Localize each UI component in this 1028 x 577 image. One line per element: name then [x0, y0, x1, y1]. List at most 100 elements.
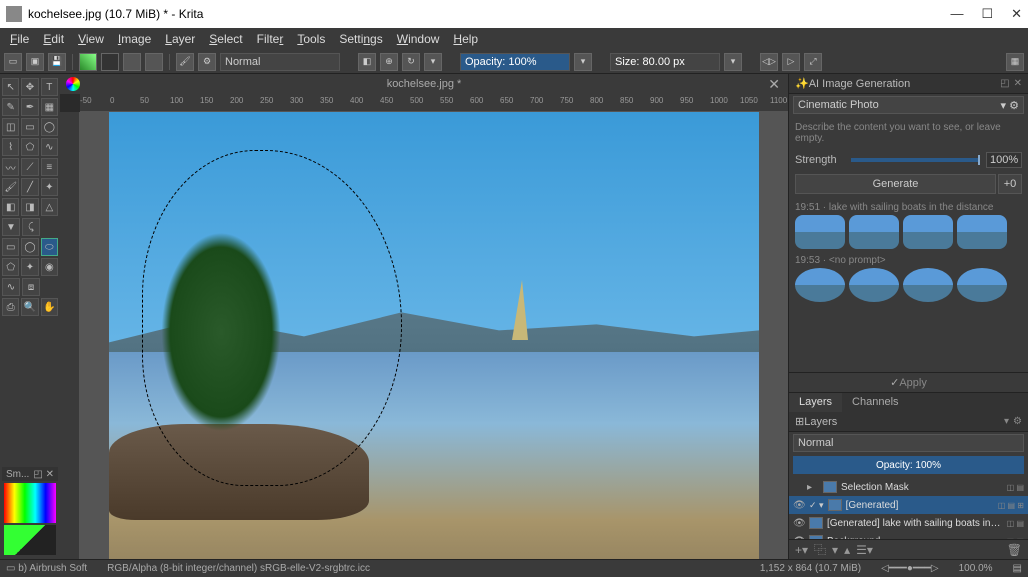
rect-tool[interactable]: ▭: [21, 118, 38, 136]
size-slider[interactable]: Size: 80.00 px: [610, 53, 720, 71]
menu-view[interactable]: View: [72, 30, 110, 48]
mirror-h-button[interactable]: ◁▷: [760, 53, 778, 71]
assistant-tool[interactable]: △: [41, 198, 58, 216]
bg-color-button[interactable]: [145, 53, 163, 71]
ai-thumb[interactable]: [795, 215, 845, 249]
layer-props-button[interactable]: ☰▾: [856, 543, 873, 557]
ai-thumb[interactable]: [957, 215, 1007, 249]
freehand-select-tool[interactable]: ⬭: [41, 238, 58, 256]
poly-select-tool[interactable]: ⬠: [2, 258, 19, 276]
undock-icon[interactable]: ◰: [1000, 78, 1009, 89]
bezier-select-tool[interactable]: ∿: [2, 278, 20, 296]
ai-thumb[interactable]: [903, 268, 953, 302]
close-button[interactable]: ✕: [1011, 6, 1022, 22]
layer-blend-combo[interactable]: Normal: [793, 434, 1024, 452]
brush-tool[interactable]: 🖌: [2, 178, 19, 196]
similar-select-tool[interactable]: ◉: [41, 258, 58, 276]
dropdown-button[interactable]: ▾: [424, 53, 442, 71]
status-menu-icon[interactable]: ▤: [1013, 563, 1022, 574]
menu-filter[interactable]: Filter: [251, 30, 290, 48]
strength-value[interactable]: 100%: [986, 152, 1022, 168]
layer-row[interactable]: 👁 Background ◫ ▤: [789, 532, 1028, 539]
ai-thumb[interactable]: [957, 268, 1007, 302]
opacity-slider[interactable]: Opacity: 100%: [460, 53, 570, 71]
ai-preset-combo[interactable]: Cinematic Photo▾ ⚙: [793, 96, 1024, 114]
edit-shapes-tool[interactable]: ✎: [2, 98, 19, 116]
freehand-tool[interactable]: 〰: [2, 158, 19, 176]
canvas[interactable]: [80, 112, 788, 559]
layer-row[interactable]: 👁 ✓ ▾ [Generated] ◫ ▤ ⊞: [789, 496, 1028, 514]
save-button[interactable]: 💾: [48, 53, 66, 71]
gradient-tool[interactable]: ◨: [21, 198, 38, 216]
gradient-button[interactable]: [79, 53, 97, 71]
workspace-button[interactable]: ▦: [1006, 53, 1024, 71]
mirror-v-button[interactable]: ▷: [782, 53, 800, 71]
move-down-button[interactable]: ▾: [832, 543, 838, 557]
menu-file[interactable]: File: [4, 30, 35, 48]
menu-layer[interactable]: Layer: [159, 30, 201, 48]
ai-prompt-input[interactable]: Describe the content you want to see, or…: [789, 116, 1028, 150]
ai-thumb[interactable]: [795, 268, 845, 302]
dyna-tool[interactable]: ⟋: [21, 158, 38, 176]
polyline-tool[interactable]: ⌇: [2, 138, 19, 156]
new-button[interactable]: ▭: [4, 53, 22, 71]
fill-tool[interactable]: ▼: [2, 218, 20, 236]
blend-mode-combo[interactable]: Normal: [220, 53, 340, 71]
text-tool[interactable]: T: [41, 78, 58, 96]
menu-tools[interactable]: Tools: [291, 30, 331, 48]
alpha-lock-toggle[interactable]: ⊕: [380, 53, 398, 71]
pan-tool[interactable]: ✋: [41, 298, 58, 316]
ai-panel-header[interactable]: ✨ AI Image Generation ◰✕: [789, 74, 1028, 94]
calligraphy-tool[interactable]: ✒: [21, 98, 38, 116]
menu-settings[interactable]: Settings: [333, 30, 388, 48]
layer-row[interactable]: ▸ Selection Mask ◫ ▤: [789, 478, 1028, 496]
maximize-button[interactable]: ☐: [981, 6, 993, 22]
add-layer-button[interactable]: +▾: [795, 543, 808, 557]
eraser-toggle[interactable]: ◧: [358, 53, 376, 71]
size-arrow[interactable]: ▾: [724, 53, 742, 71]
menu-help[interactable]: Help: [447, 30, 484, 48]
menu-edit[interactable]: Edit: [37, 30, 70, 48]
tab-layers[interactable]: Layers: [789, 393, 842, 412]
close-panel-icon[interactable]: ✕: [1014, 78, 1022, 89]
palette-icon[interactable]: [66, 77, 80, 91]
ai-thumb[interactable]: [849, 215, 899, 249]
line-tool[interactable]: ╱: [21, 178, 38, 196]
visibility-icon[interactable]: 👁: [793, 500, 805, 511]
smart-fill-tool[interactable]: ◧: [2, 198, 19, 216]
tab-close-button[interactable]: ✕: [768, 76, 780, 93]
contiguous-select-tool[interactable]: ✦: [21, 258, 38, 276]
ruler-horizontal[interactable]: -500501001502002503003504004505005506006…: [80, 94, 788, 112]
generate-plus-button[interactable]: +0: [998, 174, 1022, 194]
move-up-button[interactable]: ▴: [844, 543, 850, 557]
ruler-vertical[interactable]: [60, 112, 80, 559]
color-spectrum[interactable]: [4, 483, 56, 523]
ai-thumb[interactable]: [849, 268, 899, 302]
document-tab[interactable]: kochelsee.jpg *: [387, 78, 462, 90]
brush-settings-button[interactable]: ⚙: [198, 53, 216, 71]
visibility-icon[interactable]: ▸: [807, 482, 819, 493]
duplicate-layer-button[interactable]: ⿻: [814, 541, 826, 558]
reload-brush-button[interactable]: ↻: [402, 53, 420, 71]
rect-select-tool[interactable]: ▭: [2, 238, 19, 256]
fg-bg-swatch[interactable]: [4, 525, 56, 555]
strength-slider[interactable]: [851, 158, 980, 162]
brush-preset-button[interactable]: 🖌: [176, 53, 194, 71]
minimize-button[interactable]: —: [950, 6, 963, 22]
status-zoom[interactable]: 100.0%: [959, 563, 993, 574]
fg-color-button[interactable]: [123, 53, 141, 71]
menu-select[interactable]: Select: [203, 30, 248, 48]
delete-layer-button[interactable]: 🗑: [1007, 543, 1022, 557]
multi-tool[interactable]: ≡: [41, 158, 58, 176]
visibility-icon[interactable]: 👁: [793, 518, 805, 529]
apply-button[interactable]: Apply: [789, 372, 1028, 392]
move-tool[interactable]: ✥: [21, 78, 38, 96]
layer-row[interactable]: 👁 [Generated] lake with sailing boats in…: [789, 514, 1028, 532]
menu-image[interactable]: Image: [112, 30, 157, 48]
generate-button[interactable]: Generate: [795, 174, 996, 194]
zoom-tool[interactable]: 🔍: [21, 298, 38, 316]
layer-filter-icon[interactable]: ▾: [1004, 416, 1009, 427]
ellipse-tool[interactable]: ◯: [41, 118, 58, 136]
magnetic-select-tool[interactable]: ⧈: [22, 278, 40, 296]
layer-settings-icon[interactable]: ⚙: [1013, 416, 1022, 427]
